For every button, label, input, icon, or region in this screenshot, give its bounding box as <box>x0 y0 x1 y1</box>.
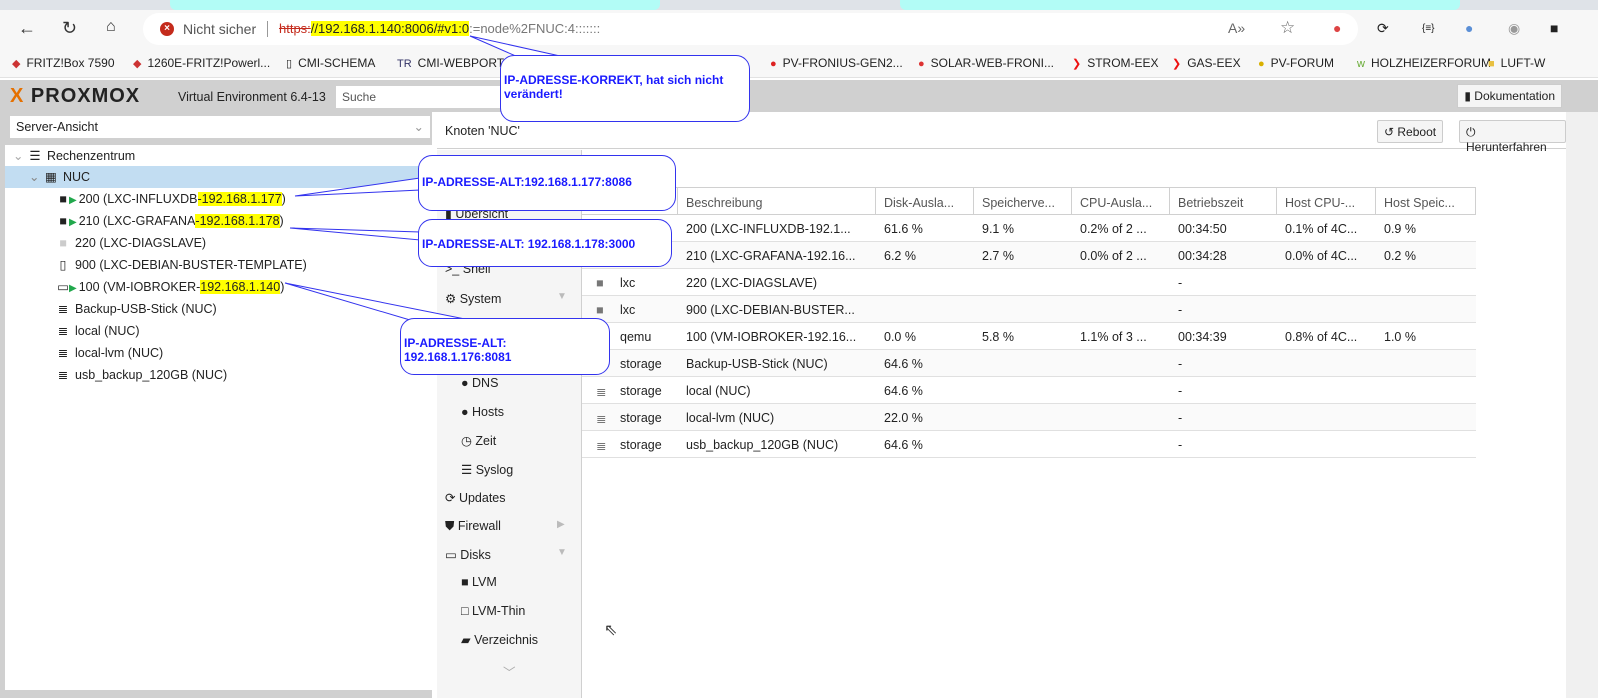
callout-pointer <box>284 282 481 323</box>
annotation-callout: IP-ADRESSE-ALT:192.168.1.177:8086 <box>418 155 676 211</box>
annotation-callout: IP-ADRESSE-ALT: 192.168.1.176:8081 <box>400 318 610 375</box>
callout-pointers <box>284 35 561 323</box>
callout-pointer <box>469 35 561 58</box>
callout-pointer <box>294 177 421 197</box>
annotation-callout: IP-ADRESSE-KORREKT, hat sich nicht verän… <box>500 55 750 122</box>
callout-pointer <box>289 227 421 241</box>
annotation-callout: IP-ADRESSE-ALT: 192.168.1.178:3000 <box>418 219 672 267</box>
